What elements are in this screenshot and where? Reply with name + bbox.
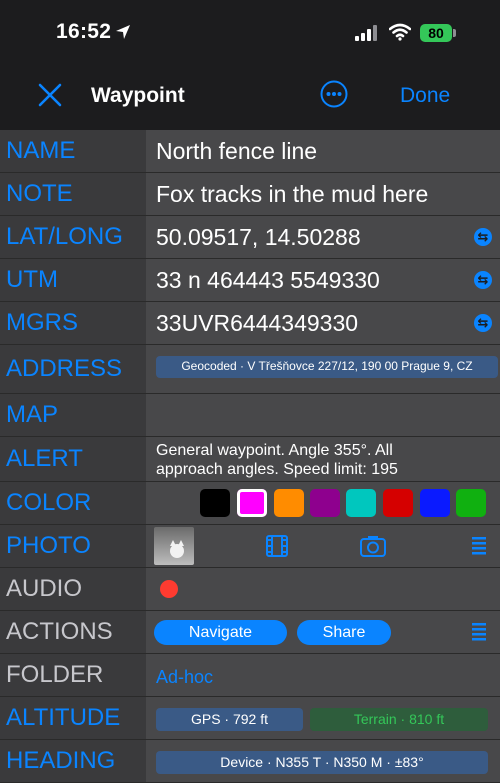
folder-field[interactable]: Ad-hoc [146,654,500,696]
battery-tip [453,29,456,37]
label-photo: PHOTO [0,525,146,567]
row-map: MAP [0,394,500,437]
label-heading: HEADING [0,740,146,782]
row-address: ADDRESS Geocoded · V Třešňovce 227/12, 1… [0,345,500,394]
label-altitude: ALTITUDE [0,697,146,739]
color-swatch-teal[interactable] [346,489,376,517]
row-color: COLOR [0,482,500,525]
mgrs-field[interactable]: 33UVR6444349330 ⇆ [146,302,500,344]
alert-text: General waypoint. Angle 355°. All approa… [156,442,398,478]
menu-lines-icon[interactable] [472,623,486,641]
share-button[interactable]: Share [297,620,391,645]
label-actions: ACTIONS [0,611,146,653]
color-swatch-red[interactable] [383,489,413,517]
done-button[interactable]: Done [400,84,450,108]
convert-icon[interactable]: ⇆ [474,314,492,332]
row-latlong: LAT/LONG 50.09517, 14.50288 ⇆ [0,216,500,259]
convert-icon[interactable]: ⇆ [474,271,492,289]
heading-pill[interactable]: Device · N355 T · N350 M · ±83° [156,751,488,774]
row-note: NOTE Fox tracks in the mud here [0,173,500,216]
status-time: 16:52 [56,20,112,43]
note-field[interactable]: Fox tracks in the mud here [146,173,500,215]
color-field [146,482,500,524]
location-arrow-icon [116,25,130,39]
row-folder: FOLDER Ad-hoc [0,654,500,697]
address-field: Geocoded · V Třešňovce 227/12, 190 00 Pr… [146,345,500,393]
color-swatch-magenta-selected[interactable] [237,489,267,517]
actions-field: Navigate Share [146,611,500,653]
label-mgrs: MGRS [0,302,146,344]
color-swatch-black[interactable] [200,489,230,517]
latlong-field[interactable]: 50.09517, 14.50288 ⇆ [146,216,500,258]
row-photo: PHOTO [0,525,500,568]
cellular-signal-icon [355,25,377,41]
address-pill[interactable]: Geocoded · V Třešňovce 227/12, 190 00 Pr… [156,356,498,378]
gps-altitude-pill[interactable]: GPS · 792 ft [156,708,303,731]
utm-value: 33 n 464443 5549330 [156,267,380,293]
row-audio: AUDIO [0,568,500,611]
utm-field[interactable]: 33 n 464443 5549330 ⇆ [146,259,500,301]
label-folder: FOLDER [0,654,146,696]
row-mgrs: MGRS 33UVR6444349330 ⇆ [0,302,500,345]
film-strip-icon[interactable] [266,535,288,557]
close-icon[interactable] [38,83,62,107]
label-audio: AUDIO [0,568,146,610]
folder-link[interactable]: Ad-hoc [156,667,213,687]
page-title: Waypoint [91,84,185,107]
row-name: NAME North fence line [0,130,500,173]
terrain-altitude-pill[interactable]: Terrain · 810 ft [310,708,488,731]
map-field[interactable] [146,394,500,436]
audio-field [146,568,500,610]
camera-icon[interactable] [360,535,386,557]
battery-icon: 80 [420,24,452,42]
row-heading: HEADING Device · N355 T · N350 M · ±83° [0,740,500,783]
label-alert: ALERT [0,437,146,481]
more-options-icon[interactable] [320,80,348,108]
mgrs-value: 33UVR6444349330 [156,310,359,336]
label-map: MAP [0,394,146,436]
label-address: ADDRESS [0,345,146,393]
color-swatch-green[interactable] [456,489,486,517]
convert-icon[interactable]: ⇆ [474,228,492,246]
altitude-field: GPS · 792 ft Terrain · 810 ft [146,697,500,739]
photo-thumbnail[interactable] [154,527,194,565]
label-color: COLOR [0,482,146,524]
label-note: NOTE [0,173,146,215]
cat-head [170,544,184,558]
color-swatch-orange[interactable] [274,489,304,517]
wifi-icon [389,23,411,41]
alert-field[interactable]: General waypoint. Angle 355°. All approa… [146,437,500,481]
color-swatch-blue[interactable] [420,489,450,517]
waypoint-table: NAME North fence line NOTE Fox tracks in… [0,130,500,783]
row-alert: ALERT General waypoint. Angle 355°. All … [0,437,500,482]
row-altitude: ALTITUDE GPS · 792 ft Terrain · 810 ft [0,697,500,740]
latlong-value: 50.09517, 14.50288 [156,224,361,250]
row-actions: ACTIONS Navigate Share [0,611,500,654]
photo-field [146,525,500,567]
navigate-button[interactable]: Navigate [154,620,287,645]
heading-field: Device · N355 T · N350 M · ±83° [146,740,500,782]
label-name: NAME [0,130,146,172]
menu-lines-icon[interactable] [472,537,486,555]
color-swatch-purple[interactable] [310,489,340,517]
record-icon[interactable] [160,580,178,598]
label-latlong: LAT/LONG [0,216,146,258]
label-utm: UTM [0,259,146,301]
row-utm: UTM 33 n 464443 5549330 ⇆ [0,259,500,302]
name-field[interactable]: North fence line [146,130,500,172]
